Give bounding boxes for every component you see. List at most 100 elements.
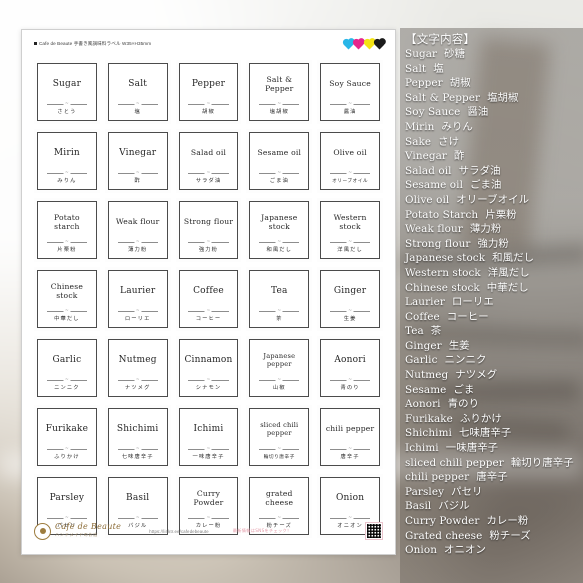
label-japanese-name: 片栗粉 <box>57 247 77 253</box>
label-japanese-name: 山椒 <box>272 385 286 391</box>
text-contents-item: Shichimi 七味唐辛子 <box>405 426 578 441</box>
label-japanese-name: 洋風だし <box>337 247 363 253</box>
spice-label: Japanese stock ~ 和風だし <box>249 201 310 259</box>
shop-url[interactable]: https://linktr.ee/cafedebeaute <box>149 529 209 534</box>
entry-english: Soy Sauce <box>405 106 461 119</box>
ornament-glyph: ~ <box>63 100 71 107</box>
entry-english: Onion <box>405 544 437 557</box>
label-english-name: Japanese stock <box>261 212 298 231</box>
label-cell: Salt ~ 塩 <box>104 60 171 124</box>
entry-japanese: ごま <box>453 383 475 396</box>
label-english-name: Mirin <box>53 147 80 158</box>
label-cell: Tea ~ 茶 <box>246 267 313 331</box>
label-cell: Soy Sauce ~ 醤油 <box>317 60 383 124</box>
label-cell: Vinegar ~ 酢 <box>104 129 171 193</box>
label-cell: Furikake ~ ふりかけ <box>34 405 100 469</box>
label-divider-ornament: ~ <box>259 376 300 384</box>
ornament-glyph: ~ <box>134 100 142 107</box>
label-japanese-name: 和風だし <box>266 247 293 253</box>
spice-label: Tea ~ 茶 <box>249 270 310 328</box>
entry-english: Western stock <box>405 266 481 279</box>
label-japanese-name: 中華だし <box>54 316 80 322</box>
ornament-glyph: ~ <box>134 376 142 383</box>
text-contents-item: Aonori 青のり <box>405 397 578 412</box>
label-japanese-name: 一味唐辛子 <box>192 454 225 460</box>
label-japanese-name: 茶 <box>276 316 283 322</box>
label-japanese-name: 塩 <box>134 109 141 115</box>
label-japanese-name: シナモン <box>195 385 222 391</box>
label-english-name: Weak flour <box>115 217 160 227</box>
entry-japanese: ナツメグ <box>455 369 498 382</box>
label-divider-ornament: ~ <box>329 445 371 453</box>
spice-label: Potato starch ~ 片栗粉 <box>37 201 97 259</box>
ornament-glyph: ~ <box>346 238 354 245</box>
label-japanese-name: ローリエ <box>124 316 151 322</box>
label-english-name: Curry Powder <box>193 488 224 507</box>
label-japanese-name: 唐辛子 <box>340 454 360 460</box>
entry-english: chili pepper <box>405 471 470 484</box>
ornament-glyph: ~ <box>275 445 283 452</box>
label-japanese-name: 塩胡椒 <box>269 109 289 115</box>
entry-english: Japanese stock <box>405 252 486 265</box>
spice-label: Ichimi ~ 一味唐辛子 <box>178 408 239 466</box>
label-japanese-name: コーヒー <box>195 316 222 322</box>
entry-japanese: 和風だし <box>492 252 535 265</box>
entry-japanese: 一味唐辛子 <box>445 442 499 455</box>
entry-english: Curry Powder <box>405 515 480 527</box>
entry-english: Salad oil <box>405 164 452 177</box>
label-japanese-name: 胡椒 <box>202 109 215 115</box>
label-divider-ornament: ~ <box>329 376 371 384</box>
ornament-glyph: ~ <box>346 100 354 107</box>
entry-japanese: 生姜 <box>448 339 470 352</box>
label-cell: Sugar ~ さとう <box>34 60 100 124</box>
text-contents-item: Salt & Pepper 塩胡椒 <box>405 91 578 106</box>
label-japanese-name: 醤油 <box>343 109 357 115</box>
label-divider-ornament: ~ <box>117 307 159 315</box>
label-divider-ornament: ~ <box>188 376 230 384</box>
text-contents-item: Japanese stock 和風だし <box>405 251 578 266</box>
ornament-glyph: ~ <box>134 238 142 245</box>
text-contents-item: Chinese stock 中華だし <box>405 281 578 296</box>
entry-japanese: 輪切り唐辛子 <box>510 456 574 469</box>
label-divider-ornament: ~ <box>188 445 230 453</box>
entry-japanese: コーヒー <box>446 310 489 323</box>
ornament-glyph: ~ <box>346 376 354 383</box>
label-divider-ornament: ~ <box>329 169 371 177</box>
spice-label: Weak flour ~ 薄力粉 <box>107 201 168 259</box>
label-divider-ornament: ~ <box>117 238 159 246</box>
label-english-name: Salt & Pepper <box>265 74 294 93</box>
entry-japanese: 酢 <box>454 150 465 163</box>
entry-english: Salt & Pepper <box>405 91 481 104</box>
text-contents-item: Coffee コーヒー <box>405 310 578 325</box>
label-divider-ornament: ~ <box>188 100 230 108</box>
label-divider-ornament: ~ <box>259 238 300 246</box>
label-cell: Chinese stock ~ 中華だし <box>34 267 100 331</box>
label-cell: Cinnamon ~ シナモン <box>175 336 242 400</box>
entry-english: Coffee <box>405 310 440 323</box>
spice-label: Strong flour ~ 強力粉 <box>178 201 239 259</box>
brand-logo: Cafe de Beaute ハンドメイドのお店 <box>34 522 121 540</box>
label-cell: Olive oil ~ オリーブオイル <box>317 129 383 193</box>
text-contents-item: Salad oil サラダ油 <box>405 164 578 179</box>
label-divider-ornament: ~ <box>117 376 159 384</box>
text-contents-item: Pepper 胡椒 <box>405 76 578 91</box>
spice-label: Chinese stock ~ 中華だし <box>37 270 97 328</box>
text-contents-item: Curry Powder カレー粉 <box>405 514 578 529</box>
qr-code-icon[interactable] <box>365 522 383 540</box>
entry-japanese: 胡椒 <box>449 77 471 90</box>
spice-label: sliced chili pepper ~ 輪切り唐辛子 <box>249 408 310 466</box>
entry-english: Olive oil <box>405 193 450 206</box>
ornament-glyph: ~ <box>63 376 71 383</box>
entry-english: Aonori <box>405 398 441 411</box>
spice-label: Salt & Pepper ~ 塩胡椒 <box>249 63 310 121</box>
entry-japanese: さけ <box>438 135 460 148</box>
entry-japanese: オニオン <box>443 544 486 557</box>
text-contents-item: Sake さけ <box>405 135 578 150</box>
label-divider-ornament: ~ <box>117 169 159 177</box>
label-divider-ornament: ~ <box>259 169 300 177</box>
label-english-name: Potato starch <box>54 212 80 231</box>
entry-japanese: 砂糖 <box>444 48 466 60</box>
spice-label: Nutmeg ~ ナツメグ <box>107 339 168 397</box>
entry-japanese: 中華だし <box>486 281 529 294</box>
text-contents-item: Mirin みりん <box>405 120 578 135</box>
